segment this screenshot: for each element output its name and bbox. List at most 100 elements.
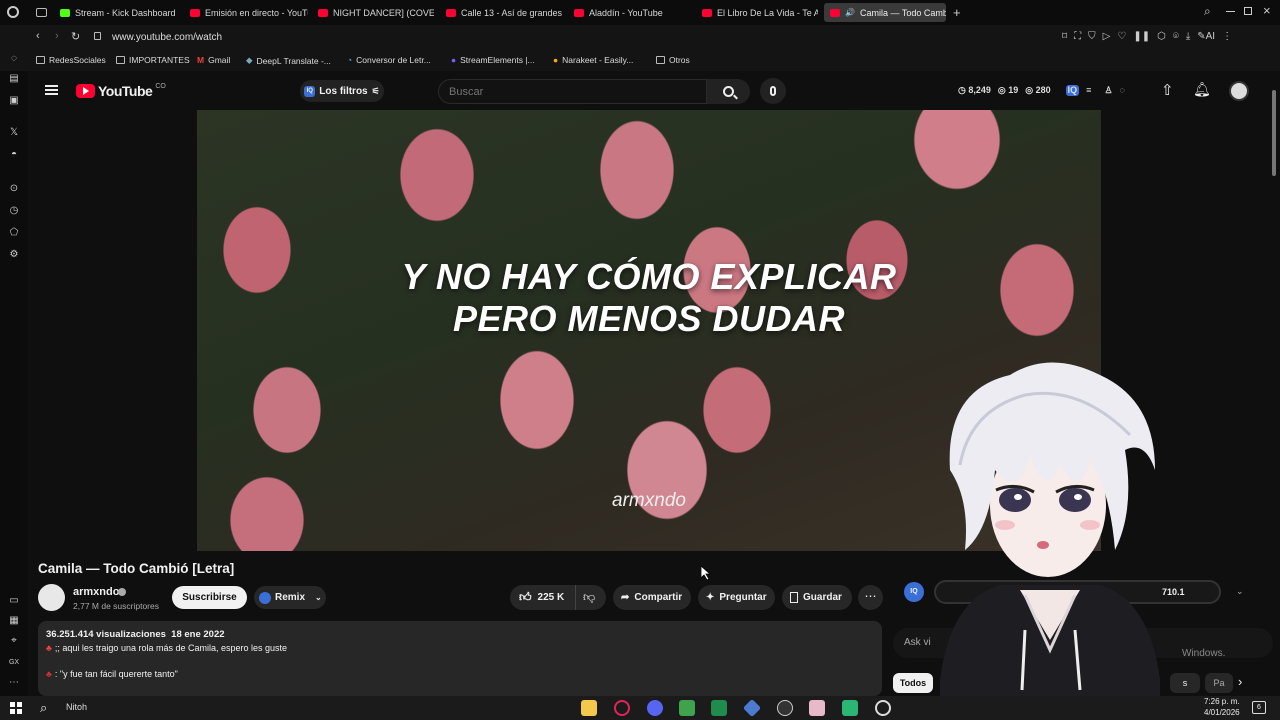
like-button[interactable]: 👍︎ 225 K: [510, 585, 576, 610]
ask-button[interactable]: ✦ Preguntar: [698, 585, 775, 610]
new-tab-icon[interactable]: +: [953, 5, 961, 20]
forward-icon[interactable]: ›: [55, 30, 59, 42]
chat-icon[interactable]: ◌: [1120, 85, 1125, 96]
play-icon[interactable]: ▷: [1103, 31, 1111, 42]
bookmark-deepl[interactable]: ◆ DeepL Translate -...: [246, 55, 331, 66]
bookmark-narakeet[interactable]: ● Narakeet - Easily...: [553, 55, 633, 65]
photo-app-icon[interactable]: [809, 700, 825, 716]
settings-icon[interactable]: ⚙: [8, 249, 20, 261]
more-actions-button[interactable]: ⋯: [858, 585, 883, 610]
history-icon[interactable]: ◷: [8, 205, 20, 217]
shield-icon[interactable]: ⛉: [1088, 31, 1096, 42]
settings-gear-icon[interactable]: [875, 700, 891, 716]
side-iq-icon[interactable]: IQ: [904, 582, 924, 602]
restore-icon[interactable]: [1244, 7, 1252, 15]
bookmark-gmail[interactable]: M Gmail: [197, 55, 230, 65]
pause-icon[interactable]: ❚❚: [1133, 31, 1150, 42]
camera-icon[interactable]: ⌾: [1173, 31, 1179, 42]
bookmark-conversor[interactable]: ◔ Conversor de Letr...: [347, 55, 431, 65]
download-icon[interactable]: ⤓: [1186, 31, 1190, 42]
save-button[interactable]: Guardar: [782, 585, 852, 610]
discord-icon[interactable]: ◓: [8, 149, 20, 161]
x-icon[interactable]: 𝕏: [8, 127, 20, 139]
tab-night-dancer[interactable]: NIGHT DANCER] (COVER: [318, 3, 434, 22]
file-explorer-icon[interactable]: [581, 700, 597, 716]
bookmark-otros[interactable]: Otros: [656, 55, 690, 65]
tab-aladdin[interactable]: Aladdín - YouTube: [574, 3, 690, 22]
speaker-icon[interactable]: 🔊: [845, 8, 855, 17]
more-icon[interactable]: ⋯: [8, 677, 20, 689]
hamburger-menu-icon[interactable]: [45, 85, 58, 95]
share-button[interactable]: ➦ Compartir: [613, 585, 691, 610]
chip-3[interactable]: s: [1170, 673, 1200, 693]
opera-gx-icon[interactable]: [614, 700, 630, 716]
avatar[interactable]: [1229, 81, 1249, 101]
tabs-overview-icon[interactable]: [36, 8, 47, 17]
scrollbar[interactable]: [1272, 90, 1276, 176]
battery-icon[interactable]: ▭: [8, 595, 20, 607]
subscribe-button[interactable]: Suscribirse: [172, 586, 247, 609]
create-icon[interactable]: ⇧: [1161, 81, 1174, 99]
aria-icon[interactable]: ◌: [8, 53, 20, 65]
cpu-icon[interactable]: ▦: [8, 615, 20, 627]
side-chevron-icon[interactable]: ⌄: [1236, 586, 1244, 597]
chip-2[interactable]: Pa: [1205, 673, 1233, 693]
filters-button[interactable]: IQ Los filtros ⚟: [300, 80, 384, 102]
bookmark-streamelements[interactable]: ● StreamElements |...: [451, 55, 535, 65]
extensions-icon[interactable]: ⬡: [1157, 31, 1166, 42]
obs-icon[interactable]: [777, 700, 793, 716]
tab-kick[interactable]: Stream - Kick Dashboard: [60, 3, 182, 22]
search-button[interactable]: [707, 79, 750, 104]
back-icon[interactable]: ‹: [36, 30, 40, 42]
tab-youtube-live[interactable]: Emisión en directo - YouTu: [190, 3, 308, 22]
thumbs-down-icon[interactable]: 👎︎: [583, 590, 595, 605]
notifications-icon[interactable]: 🔔︎: [1193, 81, 1211, 98]
taskbar-search-text[interactable]: Nitoh: [66, 702, 87, 712]
minimize-icon[interactable]: [1226, 11, 1235, 12]
remix-button[interactable]: Remix ⌄: [254, 586, 326, 609]
chips-next-icon[interactable]: ›: [1238, 674, 1242, 689]
iq-icon[interactable]: IQ: [1065, 85, 1080, 96]
snapshot-icon[interactable]: ⛶: [1074, 31, 1081, 42]
bookmark-importantes[interactable]: IMPORTANTES: [116, 55, 190, 65]
notes-icon[interactable]: ▤: [8, 73, 20, 85]
chip-todos[interactable]: Todos: [893, 673, 933, 693]
clock-time[interactable]: 7:26 p. m.: [1204, 697, 1240, 706]
discord-app-icon[interactable]: [647, 700, 663, 716]
heart-icon[interactable]: ♡: [1117, 31, 1126, 42]
opera-menu-icon[interactable]: [7, 6, 19, 18]
close-icon[interactable]: ×: [1263, 3, 1271, 18]
voice-search-button[interactable]: [760, 78, 786, 104]
description-box[interactable]: 36.251.414 visualizaciones 18 ene 2022 ♣…: [38, 621, 882, 696]
player-icon[interactable]: ⊙: [8, 183, 20, 195]
trophy-icon[interactable]: ♙: [1104, 85, 1112, 96]
youtube-logo[interactable]: YouTube CO: [76, 83, 166, 99]
minecraft-icon[interactable]: [679, 700, 695, 716]
extensions-side-icon[interactable]: ⬠: [8, 227, 20, 239]
menu-icon[interactable]: ⋮: [1222, 31, 1232, 42]
tab-calle13[interactable]: Calle 13 - Así de grandes: [446, 3, 562, 22]
excel-icon[interactable]: [711, 700, 727, 716]
app-green-icon[interactable]: [842, 700, 858, 716]
clock-date[interactable]: 4/01/2026: [1204, 708, 1240, 717]
url-field[interactable]: www.youtube.com/watch: [112, 32, 222, 43]
list-icon[interactable]: ≡: [1086, 85, 1091, 96]
app-diamond-icon[interactable]: [742, 698, 762, 718]
tab-libro-vida[interactable]: El Libro De La Vida - Te A: [702, 3, 818, 22]
windows-start-icon[interactable]: [10, 702, 22, 714]
ai-icon[interactable]: ✎AI: [1197, 31, 1215, 42]
bookmark-redes[interactable]: RedesSociales: [36, 55, 106, 65]
tab-camila[interactable]: 🔊 Camila — Todo Cambi: [824, 3, 946, 22]
reload-icon[interactable]: ↻: [71, 30, 80, 43]
search-box[interactable]: [438, 79, 707, 104]
notification-center-icon[interactable]: 6: [1252, 701, 1266, 714]
search-tabs-icon[interactable]: ⌕: [1204, 4, 1211, 19]
search-input[interactable]: [449, 84, 689, 100]
network-icon[interactable]: ⌖: [8, 635, 20, 647]
bookmark-icon[interactable]: ⌑: [1062, 31, 1067, 42]
channel-avatar[interactable]: [38, 584, 65, 611]
gx-icon[interactable]: GX: [8, 657, 20, 669]
taskbar-search-icon[interactable]: ⌕: [40, 700, 47, 716]
messenger-icon[interactable]: ▣: [8, 95, 20, 107]
channel-name[interactable]: armxndo: [73, 586, 119, 598]
